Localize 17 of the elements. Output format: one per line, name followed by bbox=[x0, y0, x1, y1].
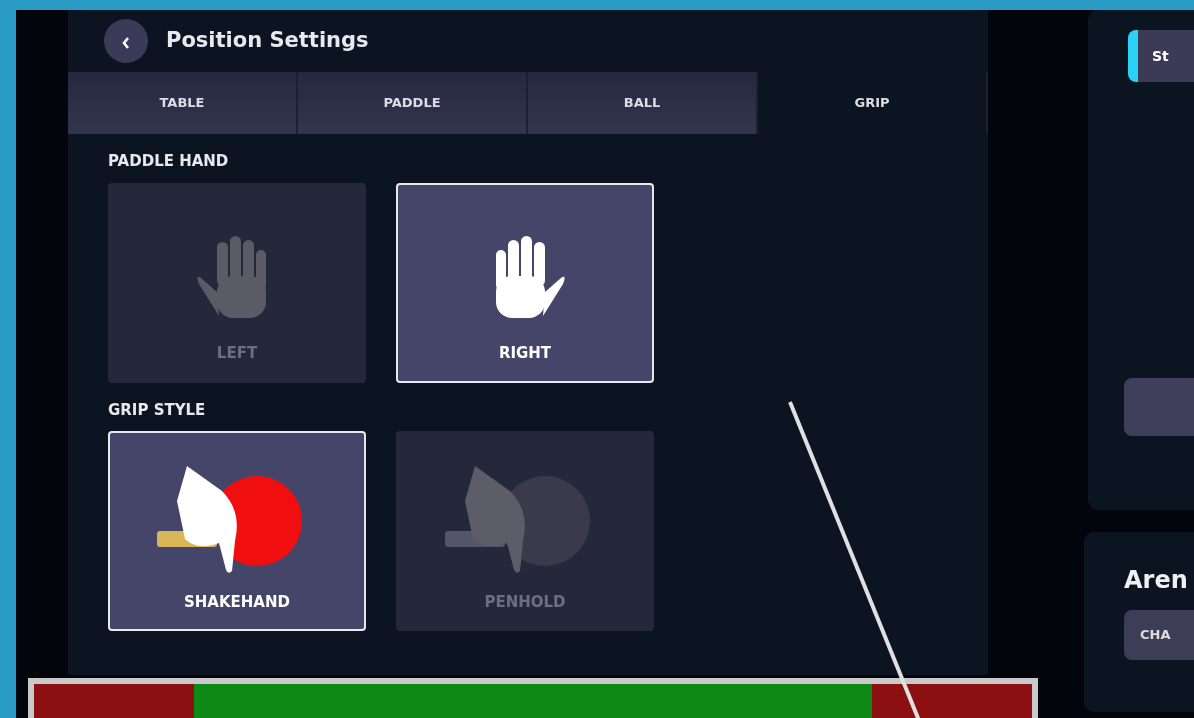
option-card[interactable]: RIGHT bbox=[396, 182, 654, 383]
tab[interactable]: PADDLE bbox=[298, 72, 528, 134]
option-label: PENHOLD bbox=[484, 591, 566, 613]
arena-button[interactable]: CHA bbox=[1124, 610, 1194, 660]
side-button[interactable]: St bbox=[1128, 30, 1194, 82]
option-card[interactable]: SHAKEHAND bbox=[108, 431, 366, 631]
option-label: SHAKEHAND bbox=[184, 591, 290, 613]
tab[interactable]: BALL bbox=[528, 72, 758, 134]
option-label: RIGHT bbox=[498, 343, 552, 364]
arena-title: Aren bbox=[1123, 565, 1189, 596]
option-label: LEFT bbox=[216, 343, 258, 364]
section-title: GRIP STYLE bbox=[107, 399, 207, 421]
panel-title: Position Settings bbox=[166, 27, 369, 55]
tab[interactable]: TABLE bbox=[68, 72, 298, 134]
back-icon bbox=[121, 35, 131, 50]
section-title: PADDLE HAND bbox=[107, 151, 230, 172]
back-button[interactable] bbox=[104, 19, 148, 63]
